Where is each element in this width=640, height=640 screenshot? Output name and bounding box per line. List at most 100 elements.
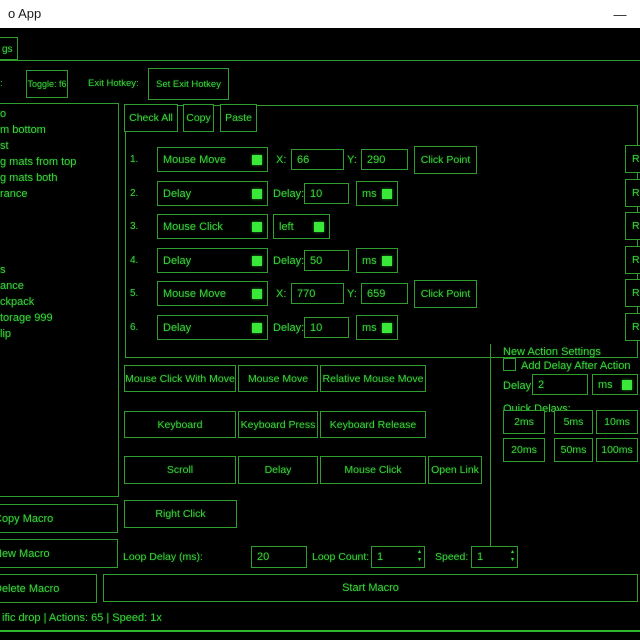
window-title: o App <box>8 6 41 21</box>
set-exit-hotkey-button[interactable]: Set Exit Hotkey <box>148 68 229 100</box>
add-relative-mouse-move-button[interactable]: Relative Mouse Move <box>320 365 426 392</box>
tab-settings[interactable]: gs <box>0 37 18 60</box>
action-type-value: Delay <box>163 322 191 334</box>
spinner-up-icon[interactable]: ▴ <box>418 548 421 556</box>
macro-list-item[interactable]: st <box>0 138 118 154</box>
action-row-number: 1. <box>130 153 138 167</box>
dropdown-square-icon <box>252 189 262 199</box>
delay-input[interactable]: 50 <box>304 250 349 271</box>
stepper-arrows: ▴▾ <box>511 548 514 564</box>
add-mouse-move-button[interactable]: Mouse Move <box>238 365 318 392</box>
macro-list-item[interactable]: g mats from top <box>0 154 118 170</box>
remove-action-button[interactable]: R <box>625 145 640 173</box>
spinner-up-icon[interactable]: ▴ <box>511 548 514 556</box>
macro-list-item[interactable]: rance <box>0 186 118 202</box>
add-mouse-click-button[interactable]: Mouse Click <box>320 456 426 484</box>
quick-delay-20ms-button[interactable]: 20ms <box>503 438 545 462</box>
macro-list-item[interactable]: m bottom <box>0 122 118 138</box>
x-input[interactable]: 66 <box>291 149 344 170</box>
dropdown-square-icon <box>314 222 324 232</box>
action-type-dropdown[interactable]: Delay <box>157 248 268 273</box>
remove-action-button[interactable]: R <box>625 179 640 207</box>
delay-unit-dropdown[interactable]: ms <box>356 248 398 273</box>
nas-delay-input[interactable]: 2 <box>532 374 588 395</box>
action-row-number: 5. <box>130 287 138 301</box>
spinner-down-icon[interactable]: ▾ <box>511 556 514 564</box>
nas-delay-unit-dropdown[interactable]: ms <box>592 374 638 395</box>
check-all-button[interactable]: Check All <box>124 104 178 132</box>
mouse-button-dropdown[interactable]: left <box>273 214 330 239</box>
action-type-dropdown[interactable]: Mouse Move <box>157 281 268 306</box>
dropdown-square-icon <box>252 222 262 232</box>
delete-macro-button[interactable]: Delete Macro <box>0 574 97 603</box>
speed-label: Speed: <box>435 550 468 564</box>
add-delay-after-action-checkbox[interactable] <box>503 358 516 371</box>
action-type-dropdown[interactable]: Mouse Move <box>157 147 268 172</box>
y-input[interactable]: 659 <box>361 283 408 304</box>
add-keyboard-release-button[interactable]: Keyboard Release <box>320 411 426 438</box>
loop-delay-input[interactable]: 20 <box>251 546 307 568</box>
macro-list-item[interactable]: ance <box>0 278 118 294</box>
add-scroll-button[interactable]: Scroll <box>124 456 236 484</box>
click-point-button[interactable]: Click Point <box>414 146 477 174</box>
new-action-settings-divider <box>490 344 491 546</box>
delay-unit-dropdown[interactable]: ms <box>356 315 398 340</box>
remove-action-button[interactable]: R <box>625 279 640 307</box>
click-point-button[interactable]: Click Point <box>414 280 477 308</box>
start-macro-button[interactable]: Start Macro <box>103 574 638 602</box>
copy-macro-button[interactable]: Copy Macro <box>0 504 118 533</box>
delay-unit-dropdown[interactable]: ms <box>356 181 398 206</box>
delay-unit-value: ms <box>362 322 377 334</box>
dropdown-square-icon <box>382 189 392 199</box>
x-input[interactable]: 770 <box>291 283 344 304</box>
speed-stepper[interactable]: 1 ▴▾ <box>471 546 518 568</box>
macro-list-item[interactable]: ckpack <box>0 294 118 310</box>
quick-delay-50ms-button[interactable]: 50ms <box>554 438 593 462</box>
y-label: Y: <box>347 153 357 167</box>
loop-count-stepper[interactable]: 1 ▴▾ <box>371 546 425 568</box>
y-input[interactable]: 290 <box>361 149 408 170</box>
add-delay-button[interactable]: Delay <box>238 456 318 484</box>
nas-delay-label: Delay: <box>503 379 534 393</box>
quick-delay-100ms-button[interactable]: 100ms <box>596 438 638 462</box>
remove-action-button[interactable]: R <box>625 246 640 274</box>
add-right-click-button[interactable]: Right Click <box>124 500 237 528</box>
add-open-link-button[interactable]: Open Link <box>428 456 482 484</box>
spinner-down-icon[interactable]: ▾ <box>418 556 421 564</box>
new-macro-button[interactable]: New Macro <box>0 539 118 568</box>
add-keyboard-press-button[interactable]: Keyboard Press <box>238 411 318 438</box>
action-type-dropdown[interactable]: Mouse Click <box>157 214 268 239</box>
remove-action-button[interactable]: R <box>625 313 640 341</box>
action-type-value: Mouse Move <box>163 288 226 300</box>
paste-actions-button[interactable]: Paste <box>220 104 257 132</box>
delay-label: Delay: <box>273 254 304 268</box>
minimize-button[interactable]: — <box>606 2 634 26</box>
quick-delay-2ms-button[interactable]: 2ms <box>503 410 545 434</box>
copy-actions-button[interactable]: Copy <box>183 104 214 132</box>
remove-action-button[interactable]: R <box>625 212 640 240</box>
macro-list-item[interactable]: g mats both <box>0 170 118 186</box>
add-keyboard-button[interactable]: Keyboard <box>124 411 236 438</box>
action-type-dropdown[interactable]: Delay <box>157 315 268 340</box>
action-type-dropdown[interactable]: Delay <box>157 181 268 206</box>
x-label: X: <box>276 153 286 167</box>
delay-label: Delay: <box>273 187 304 201</box>
macro-list-item[interactable]: s <box>0 262 118 278</box>
title-bar: o App — <box>0 0 640 28</box>
add-mouse-click-with-move-button[interactable]: Mouse Click With Move <box>124 365 236 392</box>
toggle-hotkey-button[interactable]: Toggle: f6 <box>26 70 68 98</box>
quick-delay-5ms-button[interactable]: 5ms <box>554 410 593 434</box>
delay-input[interactable]: 10 <box>304 317 349 338</box>
app-window: o App — gs : Toggle: f6 Exit Hotkey: Set… <box>0 0 640 640</box>
action-type-value: Mouse Move <box>163 154 226 166</box>
loop-delay-label: Loop Delay (ms): <box>123 550 203 564</box>
quick-delay-10ms-button[interactable]: 10ms <box>596 410 638 434</box>
stepper-arrows: ▴▾ <box>418 548 421 564</box>
tab-strip-divider <box>0 60 640 61</box>
macro-list-item[interactable]: o <box>0 106 118 122</box>
delay-input[interactable]: 10 <box>304 183 349 204</box>
macro-list-item[interactable]: lip <box>0 326 118 342</box>
speed-value: 1 <box>477 551 483 563</box>
dropdown-square-icon <box>252 155 262 165</box>
macro-list-item[interactable]: torage 999 <box>0 310 118 326</box>
